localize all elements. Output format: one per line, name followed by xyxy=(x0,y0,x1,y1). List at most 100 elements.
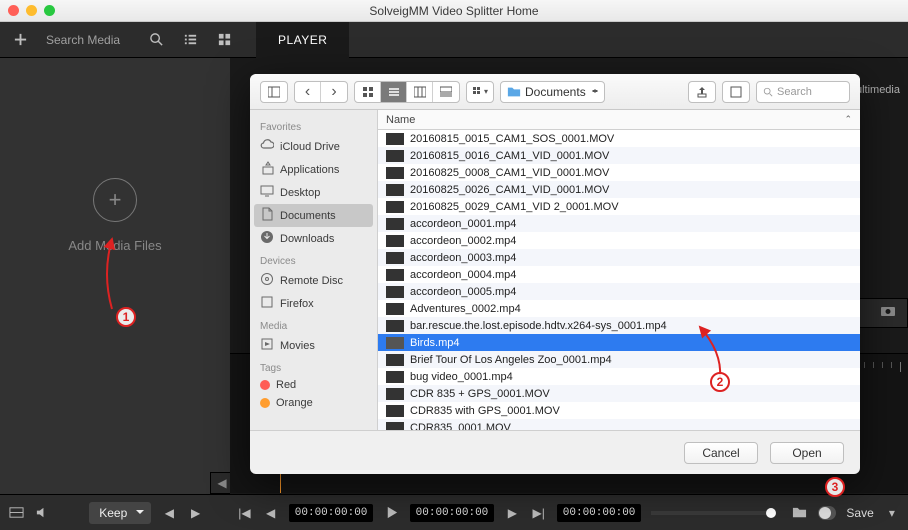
file-row[interactable]: 20160825_0026_CAM1_VID_0001.MOV xyxy=(378,181,860,198)
skip-fwd-icon[interactable]: ▶| xyxy=(531,502,547,524)
annotation-callout-3: 3 xyxy=(825,477,845,497)
sidebar-item[interactable]: Applications xyxy=(250,158,377,181)
documents-icon xyxy=(260,207,274,224)
sidebar-item-label: Downloads xyxy=(280,233,334,245)
add-media-label: Add Media Files xyxy=(0,238,230,253)
sidebar-item[interactable]: Documents xyxy=(254,204,373,227)
view-list-icon[interactable] xyxy=(381,82,407,102)
file-row[interactable]: 20160815_0015_CAM1_SOS_0001.MOV xyxy=(378,130,860,147)
zoom-slider[interactable] xyxy=(651,511,771,515)
skip-back-icon[interactable]: |◀ xyxy=(236,502,252,524)
file-name: bug video_0001.mp4 xyxy=(410,371,513,383)
file-name: CDR835 with GPS_0001.MOV xyxy=(410,405,560,417)
file-row[interactable]: 20160825_0008_CAM1_VID_0001.MOV xyxy=(378,164,860,181)
view-coverflow-icon[interactable] xyxy=(433,82,459,102)
add-button[interactable] xyxy=(6,28,34,52)
sidebar-item[interactable]: iCloud Drive xyxy=(250,135,377,158)
file-row[interactable]: accordeon_0005.mp4 xyxy=(378,283,860,300)
toggle-switch[interactable] xyxy=(818,506,837,520)
file-row[interactable]: accordeon_0003.mp4 xyxy=(378,249,860,266)
file-column-header-label: Name xyxy=(386,114,415,126)
file-name: 20160825_0026_CAM1_VID_0001.MOV xyxy=(410,184,609,196)
chevron-down-icon[interactable]: ▾ xyxy=(884,502,900,524)
nav-back-button[interactable]: ‹ xyxy=(295,82,321,102)
sidebar-item[interactable]: Firefox xyxy=(250,292,377,315)
file-thumb-icon xyxy=(386,405,404,417)
tab-player[interactable]: PLAYER xyxy=(256,22,349,58)
view-icons-icon[interactable] xyxy=(355,82,381,102)
file-row[interactable]: accordeon_0004.mp4 xyxy=(378,266,860,283)
sidebar-item[interactable]: Remote Disc xyxy=(250,269,377,292)
volume-icon[interactable] xyxy=(34,502,50,524)
file-row[interactable]: 20160825_0029_CAM1_VID 2_0001.MOV xyxy=(378,198,860,215)
file-row[interactable]: 20160815_0016_CAM1_VID_0001.MOV xyxy=(378,147,860,164)
sidebar-item-label: Orange xyxy=(276,397,313,409)
file-row[interactable]: Birds.mp4 xyxy=(378,334,860,351)
sidebar-item[interactable]: Downloads xyxy=(250,227,377,250)
sidebar-item[interactable]: Movies xyxy=(250,334,377,357)
step-fwd-icon[interactable]: ▶ xyxy=(504,502,520,524)
step-back-icon[interactable]: ◀ xyxy=(263,502,279,524)
file-column-header[interactable]: Name ⌃ xyxy=(378,110,860,130)
movies-icon xyxy=(260,337,274,354)
file-row[interactable]: accordeon_0001.mp4 xyxy=(378,215,860,232)
grid-view-icon[interactable] xyxy=(210,28,238,52)
file-name: Brief Tour Of Los Angeles Zoo_0001.mp4 xyxy=(410,354,612,366)
file-row[interactable]: Adventures_0002.mp4 xyxy=(378,300,860,317)
file-thumb-icon xyxy=(386,303,404,315)
file-row[interactable]: bar.rescue.the.lost.episode.hdtv.x264-sy… xyxy=(378,317,860,334)
file-name: 20160825_0008_CAM1_VID_0001.MOV xyxy=(410,167,609,179)
nav-seg: ‹ › xyxy=(294,81,348,103)
arrange-dropdown-icon[interactable]: ▾ xyxy=(467,82,493,102)
list-view-icon[interactable] xyxy=(176,28,204,52)
sidebar-item-label: Desktop xyxy=(280,187,320,199)
open-folder-icon[interactable] xyxy=(791,502,807,524)
sidebar-item[interactable]: Desktop xyxy=(250,181,377,204)
file-row[interactable]: accordeon_0002.mp4 xyxy=(378,232,860,249)
folder-dropdown[interactable]: Documents xyxy=(500,81,605,103)
close-window-button[interactable] xyxy=(8,5,19,16)
zoom-window-button[interactable] xyxy=(44,5,55,16)
add-media-area[interactable]: + Add Media Files xyxy=(0,178,230,253)
next-marker-icon[interactable]: ▶ xyxy=(188,502,204,524)
dialog-search-input[interactable]: Search xyxy=(756,81,850,103)
open-button[interactable]: Open xyxy=(770,442,844,464)
layout-icon[interactable] xyxy=(8,502,24,524)
dialog-file-pane: Name ⌃ 20160815_0015_CAM1_SOS_0001.MOV20… xyxy=(378,110,860,430)
tag-dot-icon xyxy=(260,380,270,390)
search-icon[interactable] xyxy=(142,28,170,52)
save-button[interactable]: Save xyxy=(846,506,873,520)
sidebar-item-label: Movies xyxy=(280,340,315,352)
file-list[interactable]: 20160815_0015_CAM1_SOS_0001.MOV20160815_… xyxy=(378,130,860,430)
share-icon[interactable] xyxy=(689,82,715,102)
toggle-sidebar-icon[interactable] xyxy=(261,82,287,102)
tags-icon[interactable] xyxy=(723,82,749,102)
minimize-window-button[interactable] xyxy=(26,5,37,16)
file-row[interactable]: CDR835 with GPS_0001.MOV xyxy=(378,402,860,419)
file-row[interactable]: CDR 835 + GPS_0001.MOV xyxy=(378,385,860,402)
open-button-label: Open xyxy=(792,446,821,460)
sidebar-item[interactable]: Red xyxy=(250,376,377,394)
file-row[interactable]: CDR835_0001.MOV xyxy=(378,419,860,430)
file-name: accordeon_0005.mp4 xyxy=(410,286,516,298)
search-media-input[interactable]: Search Media xyxy=(40,28,136,52)
file-row[interactable]: Brief Tour Of Los Angeles Zoo_0001.mp4 xyxy=(378,351,860,368)
sidebar-section-title: Favorites xyxy=(250,116,377,135)
camera-icon[interactable] xyxy=(880,303,896,324)
add-media-icon: + xyxy=(93,178,137,222)
cancel-button[interactable]: Cancel xyxy=(684,442,758,464)
sidebar-item[interactable]: Orange xyxy=(250,394,377,412)
time-start-display: 00:00:00:00 xyxy=(289,504,374,522)
keep-dropdown[interactable]: Keep xyxy=(89,502,151,524)
sidebar-toggle-seg xyxy=(260,81,288,103)
sidebar-item-label: Applications xyxy=(280,164,339,176)
file-row[interactable]: bug video_0001.mp4 xyxy=(378,368,860,385)
file-thumb-icon xyxy=(386,218,404,230)
play-icon[interactable] xyxy=(383,502,399,524)
file-open-dialog: ‹ › ▾ Documents xyxy=(250,74,860,474)
window-titlebar: SolveigMM Video Splitter Home xyxy=(0,0,908,22)
prev-marker-icon[interactable]: ◀ xyxy=(161,502,177,524)
view-columns-icon[interactable] xyxy=(407,82,433,102)
file-name: bar.rescue.the.lost.episode.hdtv.x264-sy… xyxy=(410,320,667,332)
nav-forward-button[interactable]: › xyxy=(321,82,347,102)
